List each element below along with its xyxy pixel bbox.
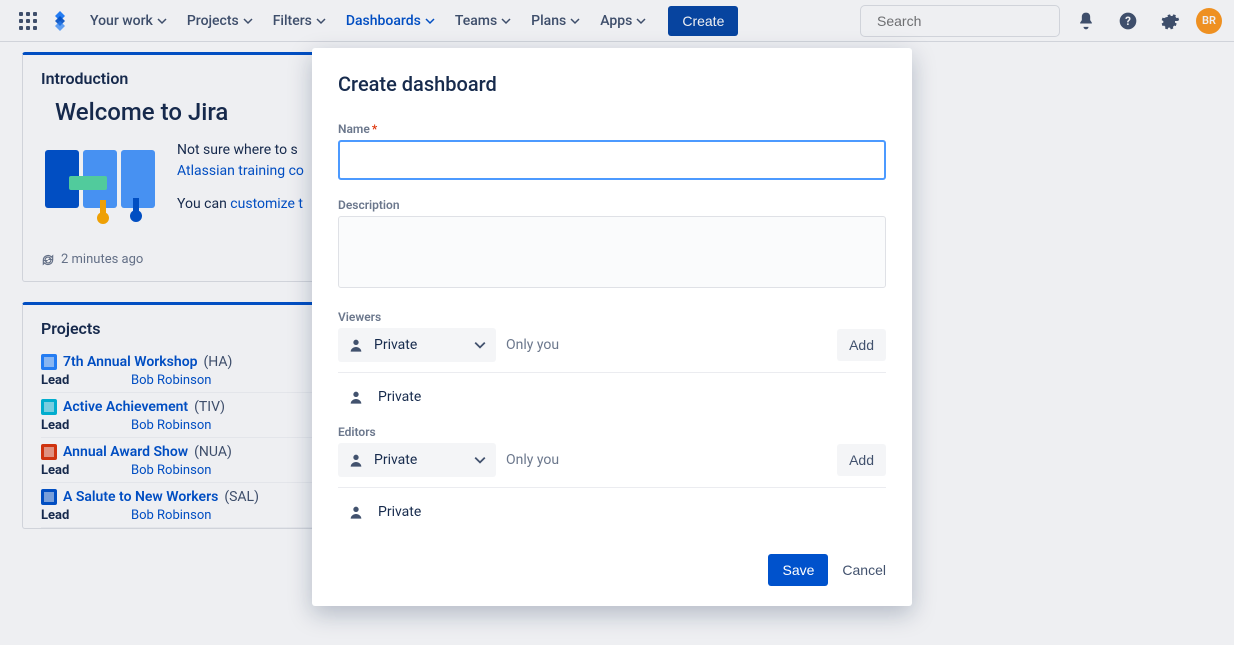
person-icon: [348, 452, 364, 468]
save-button[interactable]: Save: [768, 554, 828, 586]
editors-select[interactable]: Private: [338, 443, 496, 477]
person-icon: [348, 337, 364, 353]
editors-row: Private Only you Add: [338, 443, 886, 477]
editors-add-button[interactable]: Add: [837, 444, 886, 476]
create-dashboard-modal: Create dashboard Name* Description Viewe…: [312, 48, 912, 606]
chevron-down-icon: [474, 454, 486, 466]
person-icon: [348, 504, 364, 520]
description-input[interactable]: [338, 216, 886, 288]
viewers-select[interactable]: Private: [338, 328, 496, 362]
viewers-add-button[interactable]: Add: [837, 329, 886, 361]
editors-select-value: Private: [374, 452, 417, 468]
name-input[interactable]: [338, 140, 886, 180]
editors-hint: Only you: [506, 452, 827, 468]
editors-label: Editors: [338, 425, 886, 439]
chevron-down-icon: [474, 339, 486, 351]
cancel-button[interactable]: Cancel: [842, 562, 886, 578]
modal-title: Create dashboard: [338, 72, 886, 96]
divider: [338, 487, 886, 488]
viewers-hint: Only you: [506, 337, 827, 353]
viewers-select-value: Private: [374, 337, 417, 353]
viewers-current: Private: [338, 383, 886, 411]
description-field-block: Description: [338, 198, 886, 292]
name-label: Name*: [338, 122, 886, 136]
editors-current: Private: [338, 498, 886, 526]
modal-footer: Save Cancel: [338, 554, 886, 586]
name-field-block: Name*: [338, 122, 886, 180]
description-label: Description: [338, 198, 886, 212]
divider: [338, 372, 886, 373]
viewers-row: Private Only you Add: [338, 328, 886, 362]
person-icon: [348, 389, 364, 405]
viewers-label: Viewers: [338, 310, 886, 324]
